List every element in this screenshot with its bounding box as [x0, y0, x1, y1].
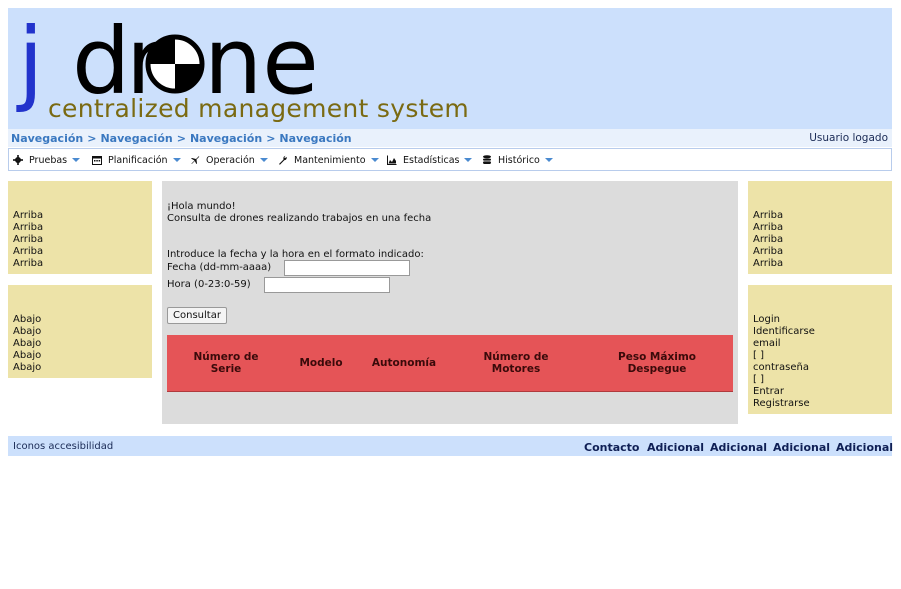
column-header-serie[interactable]: Número de Serie	[185, 335, 267, 391]
footer-link-contacto[interactable]: Contacto	[584, 441, 639, 454]
enter-button[interactable]: Entrar	[753, 386, 815, 398]
menu-item-operacion[interactable]: Operación	[190, 153, 268, 167]
menu-item-label: Histórico	[498, 154, 540, 166]
menu-item-label: Operación	[206, 154, 255, 166]
accessibility-icons-label: Iconos accesibilidad	[13, 441, 114, 452]
footer-link-adicional[interactable]: Adicional	[647, 441, 704, 454]
abajo-link[interactable]: Abajo	[13, 326, 41, 338]
arriba-link[interactable]: Arriba	[13, 234, 43, 246]
login-box: Login Identificarse email [ ] contraseña…	[748, 285, 892, 414]
breadcrumb: Navegación > Navegación > Navegación > Navegac…	[11, 132, 352, 145]
abajo-link[interactable]: Abajo	[13, 362, 41, 374]
chevron-down-icon	[544, 158, 553, 162]
breadcrumb-separator: >	[266, 132, 276, 145]
results-table-header: Número de Serie Modelo Autonomía Número …	[167, 335, 733, 392]
plane-icon	[191, 156, 200, 164]
site-header: j d r ne centralized management system	[8, 8, 892, 129]
gear-icon	[13, 155, 23, 165]
instructions-text: Introduce la fecha y la hora en el forma…	[167, 249, 424, 260]
menu-item-mantenimiento[interactable]: Mantenimiento	[278, 153, 379, 167]
column-header-motores[interactable]: Número de Motores	[471, 335, 561, 391]
date-input[interactable]	[284, 260, 410, 276]
site-footer: Iconos accesibilidad Contacto Adicional …	[8, 436, 893, 456]
arriba-link[interactable]: Arriba	[13, 210, 43, 222]
chevron-down-icon	[464, 158, 473, 162]
abajo-link[interactable]: Abajo	[13, 314, 41, 326]
arriba-link[interactable]: Arriba	[753, 222, 783, 234]
password-label: contraseña	[753, 362, 809, 373]
logo-tagline: centralized management system	[48, 94, 470, 123]
login-title: Login	[753, 314, 780, 325]
column-header-peso[interactable]: Peso Máximo Despegue	[607, 335, 707, 391]
column-header-modelo[interactable]: Modelo	[291, 335, 351, 391]
consultar-button[interactable]: Consultar	[167, 307, 227, 324]
menu-item-label: Estadísticas	[403, 154, 460, 166]
main-menu-bar: Pruebas Planificación Operación Mantenim…	[8, 148, 892, 171]
main-content: ¡Hola mundo! Consulta de drones realizan…	[162, 181, 738, 424]
arriba-link[interactable]: Arriba	[753, 258, 783, 270]
chevron-down-icon	[259, 158, 268, 162]
right-top-box: Arriba Arriba Arriba Arriba Arriba	[748, 181, 892, 274]
footer-link-adicional[interactable]: Adicional	[836, 441, 893, 454]
email-field[interactable]: [ ]	[753, 350, 815, 362]
database-icon	[483, 155, 491, 164]
menu-item-pruebas[interactable]: Pruebas	[13, 153, 81, 167]
menu-item-estadisticas[interactable]: Estadísticas	[387, 153, 473, 167]
calendar-icon	[92, 156, 102, 165]
column-header-autonomia[interactable]: Autonomía	[365, 335, 443, 391]
date-label: Fecha (dd-mm-aaaa)	[167, 262, 272, 273]
breadcrumb-link[interactable]: Navegación	[100, 132, 172, 145]
page-subtitle: Consulta de drones realizando trabajos e…	[167, 213, 432, 224]
breadcrumb-link[interactable]: Navegación	[11, 132, 83, 145]
chevron-down-icon	[370, 158, 379, 162]
hour-label: Hora (0-23:0-59)	[167, 279, 251, 290]
logged-user-label[interactable]: Usuario logado	[809, 132, 888, 144]
menu-item-label: Mantenimiento	[294, 154, 366, 166]
menu-item-label: Pruebas	[29, 154, 68, 166]
greeting-text: ¡Hola mundo!	[167, 201, 236, 212]
breadcrumb-link[interactable]: Navegación	[190, 132, 262, 145]
arriba-link[interactable]: Arriba	[13, 258, 43, 270]
hour-input[interactable]	[264, 277, 390, 293]
breadcrumb-separator: >	[176, 132, 186, 145]
abajo-link[interactable]: Abajo	[13, 338, 41, 350]
breadcrumb-bar: Navegación > Navegación > Navegación > Navegac…	[8, 129, 892, 147]
chevron-down-icon	[72, 158, 81, 162]
logo-target-icon	[145, 34, 205, 94]
arriba-link[interactable]: Arriba	[753, 210, 783, 222]
wrench-icon	[279, 155, 287, 165]
arriba-link[interactable]: Arriba	[753, 246, 783, 258]
menu-item-historico[interactable]: Histórico	[482, 153, 553, 167]
breadcrumb-separator: >	[87, 132, 97, 145]
chart-icon	[387, 155, 397, 165]
abajo-link[interactable]: Abajo	[13, 350, 41, 362]
left-bottom-box: Abajo Abajo Abajo Abajo Abajo	[8, 285, 152, 378]
breadcrumb-link[interactable]: Navegación	[279, 132, 351, 145]
footer-link-adicional[interactable]: Adicional	[773, 441, 830, 454]
register-link[interactable]: Registrarse	[753, 398, 815, 410]
arriba-link[interactable]: Arriba	[13, 246, 43, 258]
logo-letter-j: j	[18, 8, 44, 115]
left-top-box: Arriba Arriba Arriba Arriba Arriba	[8, 181, 152, 274]
menu-item-label: Planificación	[108, 154, 168, 166]
footer-link-adicional[interactable]: Adicional	[710, 441, 767, 454]
arriba-link[interactable]: Arriba	[753, 234, 783, 246]
chevron-down-icon	[172, 158, 181, 162]
email-label: email	[753, 338, 781, 349]
password-field[interactable]: [ ]	[753, 374, 815, 386]
identify-label: Identificarse	[753, 326, 815, 337]
menu-item-planificacion[interactable]: Planificación	[92, 153, 181, 167]
arriba-link[interactable]: Arriba	[13, 222, 43, 234]
